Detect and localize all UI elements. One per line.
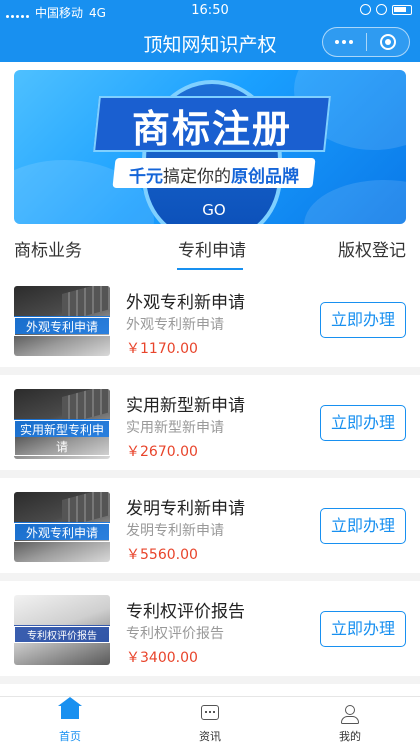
tabbar-label: 我的 [339, 730, 361, 743]
miniprogram-capsule [322, 27, 410, 57]
thumb-label: 外观专利申请 [14, 317, 110, 336]
item-name[interactable]: 外观专利新申请 [126, 288, 245, 313]
apply-button[interactable]: 立即办理 [320, 302, 406, 338]
item-price: ￥1170.00 [126, 341, 198, 357]
nav-bar: 顶知网知识产权 [0, 22, 420, 62]
active-tab-indicator [177, 268, 243, 270]
more-icon[interactable] [323, 40, 366, 44]
item-name[interactable]: 专利权评价报告 [126, 597, 245, 622]
news-icon [199, 705, 221, 725]
location-icon [360, 4, 371, 15]
item-thumbnail: 专利权评价报告 [14, 595, 110, 665]
category-tabs: 商标业务 专利申请 版权登记 [0, 230, 420, 270]
close-icon[interactable] [367, 34, 410, 50]
thumb-label: 专利权评价报告 [14, 626, 110, 643]
apply-button[interactable]: 立即办理 [320, 405, 406, 441]
tabbar-label: 首页 [59, 730, 81, 743]
list-item: 外观专利申请 外观专利新申请 外观专利新申请 ￥1170.00 立即办理 [0, 272, 420, 375]
item-name[interactable]: 实用新型新申请 [126, 391, 245, 416]
item-subtitle: 实用新型新申请 [126, 420, 224, 436]
tab-patent[interactable]: 专利申请 [178, 236, 246, 261]
apply-button[interactable]: 立即办理 [320, 611, 406, 647]
banner-decoration [304, 180, 406, 224]
promo-banner[interactable]: 商标注册 千元搞定你的原创品牌 GO [14, 70, 406, 224]
alarm-icon [376, 4, 387, 15]
item-price: ￥2670.00 [126, 444, 198, 460]
slogan-prefix: 千元 [129, 167, 163, 187]
item-thumbnail: 外观专利申请 [14, 492, 110, 562]
tabbar-label: 资讯 [199, 730, 221, 743]
item-price: ￥5560.00 [126, 547, 198, 563]
banner-slogan: 千元搞定你的原创品牌 [114, 162, 314, 187]
thumb-label: 外观专利申请 [14, 523, 110, 542]
status-bar: 中国移动 4G 16:50 [0, 0, 420, 22]
item-thumbnail: 外观专利申请 [14, 286, 110, 356]
list-item: 专利权评价报告 专利权评价报告 专利权评价报告 ￥3400.00 立即办理 [0, 581, 420, 684]
item-thumbnail: 实用新型专利申请 [14, 389, 110, 459]
tabbar-home[interactable]: 首页 [0, 697, 140, 748]
tabbar-profile[interactable]: 我的 [280, 697, 420, 748]
profile-icon [339, 705, 361, 725]
tab-trademark[interactable]: 商标业务 [14, 236, 82, 261]
status-time: 16:50 [191, 3, 229, 18]
list-item: 外观专利申请 发明专利新申请 发明专利新申请 ￥5560.00 立即办理 [0, 478, 420, 581]
slogan-middle: 搞定你的 [163, 167, 231, 187]
banner-headline: 商标注册 [131, 107, 292, 151]
item-subtitle: 发明专利新申请 [126, 523, 224, 539]
go-label: GO [202, 201, 226, 219]
item-price: ￥3400.00 [126, 650, 198, 666]
tab-copyright[interactable]: 版权登记 [338, 236, 406, 261]
slogan-suffix: 原创品牌 [231, 167, 299, 187]
thumb-label: 实用新型专利申请 [14, 420, 110, 456]
status-right [360, 4, 412, 15]
home-icon [58, 697, 82, 725]
battery-icon [392, 4, 412, 15]
item-subtitle: 专利权评价报告 [126, 626, 224, 642]
item-subtitle: 外观专利新申请 [126, 317, 224, 333]
item-name[interactable]: 发明专利新申请 [126, 494, 245, 519]
tabbar-news[interactable]: 资讯 [140, 697, 280, 748]
bottom-tab-bar: 首页 资讯 我的 [0, 696, 420, 747]
list-item: 实用新型专利申请 实用新型新申请 实用新型新申请 ￥2670.00 立即办理 [0, 375, 420, 478]
apply-button[interactable]: 立即办理 [320, 508, 406, 544]
